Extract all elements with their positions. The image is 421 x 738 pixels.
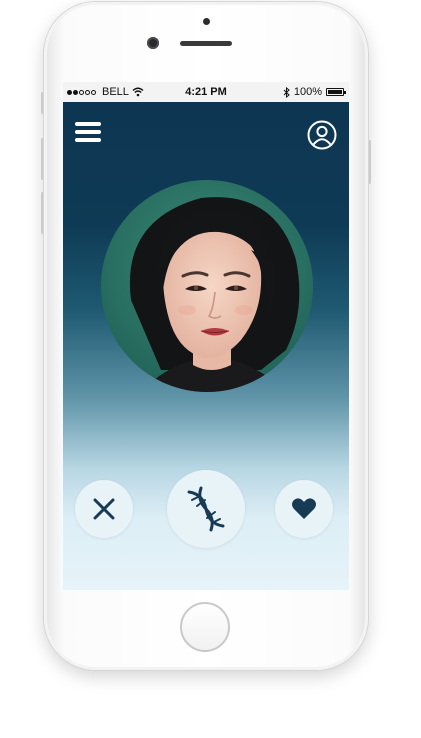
front-camera bbox=[147, 37, 159, 49]
earpiece-speaker bbox=[180, 41, 232, 46]
dna-match-button[interactable] bbox=[167, 470, 245, 548]
user-circle-icon[interactable] bbox=[307, 120, 337, 150]
bluetooth-icon bbox=[283, 86, 290, 98]
phone-body: BELL 4:21 PM 100% bbox=[44, 2, 368, 670]
app-screen: BELL 4:21 PM 100% bbox=[63, 82, 349, 590]
power-button bbox=[368, 140, 371, 184]
battery-icon bbox=[326, 88, 346, 96]
close-x-icon bbox=[93, 498, 115, 520]
stage: BELL 4:21 PM 100% bbox=[0, 0, 421, 738]
heart-icon bbox=[292, 498, 316, 519]
front-sensor bbox=[203, 18, 210, 25]
home-button[interactable] bbox=[180, 602, 230, 652]
status-right: 100% bbox=[283, 82, 346, 102]
reject-button[interactable] bbox=[75, 480, 133, 538]
hamburger-menu-icon[interactable] bbox=[75, 122, 101, 144]
status-bar: BELL 4:21 PM 100% bbox=[63, 82, 349, 102]
dna-helix-icon bbox=[187, 486, 225, 532]
profile-photo[interactable] bbox=[101, 180, 313, 392]
battery-percent: 100% bbox=[293, 86, 322, 98]
battery-fill bbox=[328, 90, 342, 94]
like-button[interactable] bbox=[275, 480, 333, 538]
